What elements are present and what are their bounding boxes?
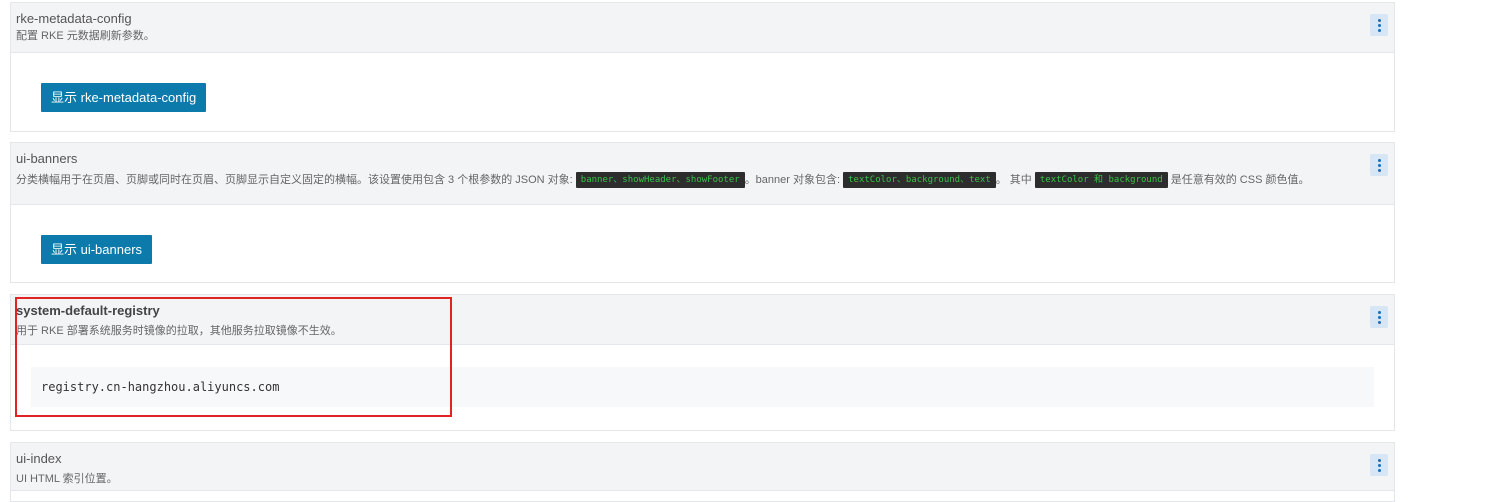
setting-description: UI HTML 索引位置。 (16, 473, 118, 485)
setting-card-rke-metadata-config: rke-metadata-config 配置 RKE 元数据刷新参数。 显示 r… (10, 2, 1395, 132)
code-tag: textColor、background、text (843, 172, 996, 188)
setting-value: registry.cn-hangzhou.aliyuncs.com (31, 367, 1374, 407)
setting-card-ui-index: ui-index UI HTML 索引位置。 (10, 442, 1395, 502)
show-ui-banners-button[interactable]: 显示 ui-banners (41, 235, 153, 264)
kebab-menu-icon (1377, 18, 1381, 22)
setting-title: ui-index (16, 451, 62, 466)
setting-card-system-default-registry: system-default-registry 用于 RKE 部署系统服务时镜像… (10, 294, 1395, 431)
setting-card-ui-banners: ui-banners 分类横幅用于在页眉、页脚或同时在页眉、页脚显示自定义固定的… (10, 142, 1395, 283)
kebab-menu-icon (1377, 310, 1381, 314)
kebab-menu-icon (1377, 458, 1381, 462)
code-tag: textColor 和 background (1034, 172, 1168, 188)
setting-header: rke-metadata-config 配置 RKE 元数据刷新参数。 (11, 3, 1394, 53)
more-options-button[interactable] (1370, 306, 1388, 328)
setting-title: ui-banners (16, 151, 78, 166)
more-options-button[interactable] (1370, 454, 1388, 476)
code-tag: banner、showHeader、showFooter (575, 172, 745, 188)
setting-title: system-default-registry (16, 303, 160, 318)
setting-header: ui-index UI HTML 索引位置。 (11, 443, 1394, 491)
more-options-button[interactable] (1370, 14, 1388, 36)
setting-body: 显示 ui-banners (11, 205, 1394, 282)
setting-title: rke-metadata-config (16, 11, 132, 26)
setting-description: 分类横幅用于在页眉、页脚或同时在页眉、页脚显示自定义固定的横幅。该设置使用包含 … (16, 172, 1354, 188)
setting-header: system-default-registry 用于 RKE 部署系统服务时镜像… (11, 295, 1394, 345)
setting-body: registry.cn-hangzhou.aliyuncs.com (11, 345, 1394, 430)
more-options-button[interactable] (1370, 154, 1388, 176)
setting-body: 显示 rke-metadata-config (11, 53, 1394, 131)
setting-header: ui-banners 分类横幅用于在页眉、页脚或同时在页眉、页脚显示自定义固定的… (11, 143, 1394, 205)
show-rke-metadata-config-button[interactable]: 显示 rke-metadata-config (41, 83, 207, 112)
setting-description: 配置 RKE 元数据刷新参数。 (16, 30, 155, 42)
setting-description: 用于 RKE 部署系统服务时镜像的拉取，其他服务拉取镜像不生效。 (16, 325, 342, 337)
kebab-menu-icon (1377, 158, 1381, 162)
